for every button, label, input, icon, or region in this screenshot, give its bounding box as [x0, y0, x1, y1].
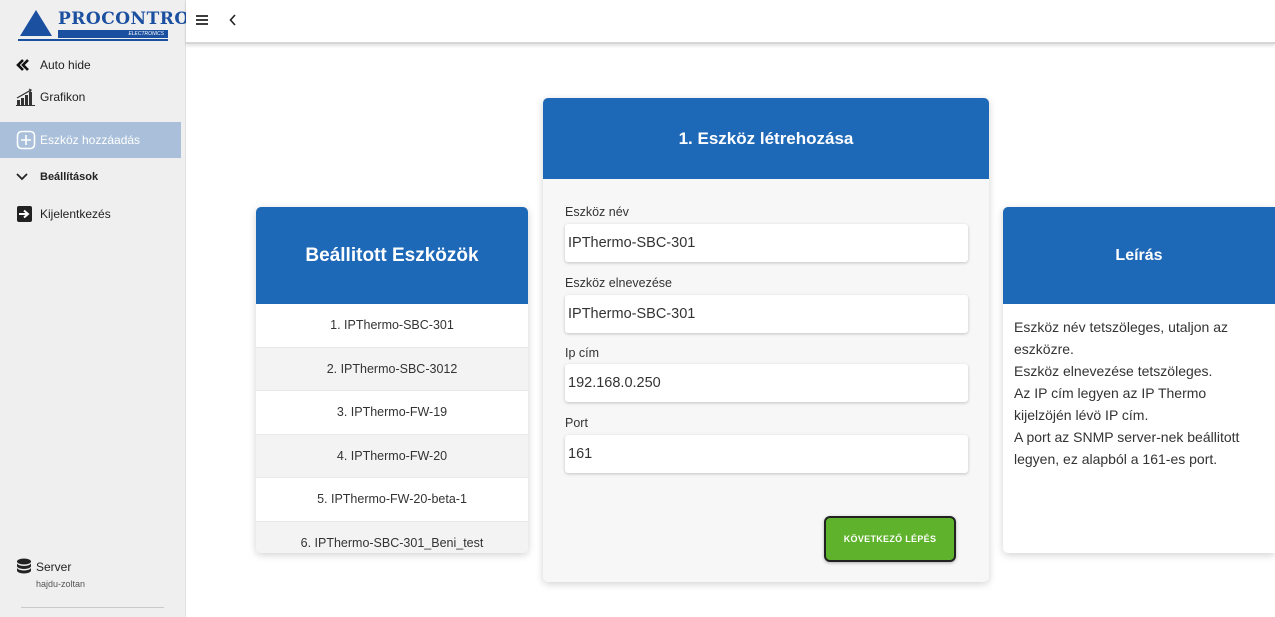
- description-line: Az IP cím legyen az IP Thermo: [1014, 385, 1207, 401]
- configured-devices-title: Beállitott Eszközök: [256, 207, 528, 304]
- sidebar-item-kijelentkezes[interactable]: Kijelentkezés: [0, 201, 181, 227]
- sidebar-item-auto-hide[interactable]: Auto hide: [0, 52, 181, 78]
- sidebar-item-beallitasok[interactable]: Beállítások: [0, 164, 181, 190]
- device-list-item[interactable]: 3. IPThermo-FW-19: [256, 391, 528, 435]
- port-input[interactable]: [565, 435, 968, 473]
- sidebar: PROCONTROL ELECTRONICS Auto hide Grafiko…: [0, 0, 202, 617]
- description-line: eszközre.: [1014, 341, 1074, 357]
- server-title: Server: [36, 560, 72, 574]
- server-info[interactable]: Server hajdu-zoltan: [16, 558, 176, 589]
- device-list-item[interactable]: 6. IPThermo-SBC-301_Beni_test: [256, 521, 528, 553]
- logout-icon: [16, 205, 36, 223]
- sidebar-item-label: Eszköz hozzáadás: [40, 133, 141, 147]
- double-chevron-left-icon: [16, 59, 36, 71]
- sidebar-item-label: Auto hide: [40, 58, 91, 72]
- device-list-item[interactable]: 2. IPThermo-SBC-3012: [256, 347, 528, 391]
- ip-address-label: Ip cím: [565, 346, 600, 360]
- plus-square-icon: [16, 130, 36, 150]
- device-designation-label: Eszköz elnevezése: [565, 276, 673, 290]
- sidebar-item-eszkoz-hozzaadas[interactable]: Eszköz hozzáadás: [0, 122, 181, 158]
- logo-subtitle: ELECTRONICS: [58, 30, 168, 38]
- description-line: kijelzöjén lévö IP cím.: [1014, 407, 1149, 423]
- chart-icon: [16, 88, 36, 106]
- sidebar-item-label: Beállítások: [40, 171, 99, 183]
- ip-address-input[interactable]: [565, 364, 968, 402]
- description-title: Leírás: [1003, 207, 1275, 304]
- top-bar: [186, 0, 1275, 44]
- chevron-left-icon[interactable]: [229, 13, 237, 31]
- configured-devices-card: Beállitott Eszközök 1. IPThermo-SBC-301 …: [256, 207, 528, 553]
- description-line: A port az SNMP server-nek beállitott: [1014, 429, 1240, 445]
- device-list-item[interactable]: 4. IPThermo-FW-20: [256, 434, 528, 478]
- database-icon: [16, 558, 32, 576]
- logo-text: PROCONTROL: [58, 9, 203, 29]
- logo-triangle-icon: [20, 10, 52, 36]
- next-step-button[interactable]: KÖVETKEZŐ LÉPÉS: [824, 516, 956, 562]
- logo-underline: [18, 39, 168, 41]
- create-device-title: 1. Eszköz létrehozása: [543, 98, 989, 179]
- device-list-item[interactable]: 1. IPThermo-SBC-301: [256, 304, 528, 348]
- server-user: hajdu-zoltan: [36, 579, 86, 589]
- device-name-input[interactable]: [565, 224, 968, 262]
- description-card: Leírás Eszköz név tetszöleges, utaljon a…: [1003, 207, 1275, 553]
- description-line: Eszköz név tetszöleges, utaljon az: [1014, 319, 1229, 335]
- sidebar-item-label: Kijelentkezés: [40, 207, 111, 221]
- chevron-down-icon: [16, 173, 36, 181]
- device-list-item[interactable]: 5. IPThermo-FW-20-beta-1: [256, 478, 528, 522]
- sidebar-item-label: Grafikon: [40, 90, 86, 104]
- menu-icon[interactable]: [195, 13, 209, 31]
- divider: [21, 607, 164, 608]
- description-line: legyen, ez alapból a 161-es port.: [1014, 451, 1218, 467]
- device-name-label: Eszköz név: [565, 205, 629, 219]
- description-text: Eszköz név tetszöleges, utaljon az eszkö…: [1003, 304, 1275, 470]
- device-designation-input[interactable]: [565, 295, 968, 333]
- create-device-card: 1. Eszköz létrehozása Eszköz név Eszköz …: [543, 98, 989, 582]
- procontrol-logo[interactable]: PROCONTROL ELECTRONICS: [18, 8, 202, 41]
- port-label: Port: [565, 416, 588, 430]
- sidebar-item-grafikon[interactable]: Grafikon: [0, 84, 181, 110]
- description-line: Eszköz elnevezése tetszöleges.: [1014, 363, 1213, 379]
